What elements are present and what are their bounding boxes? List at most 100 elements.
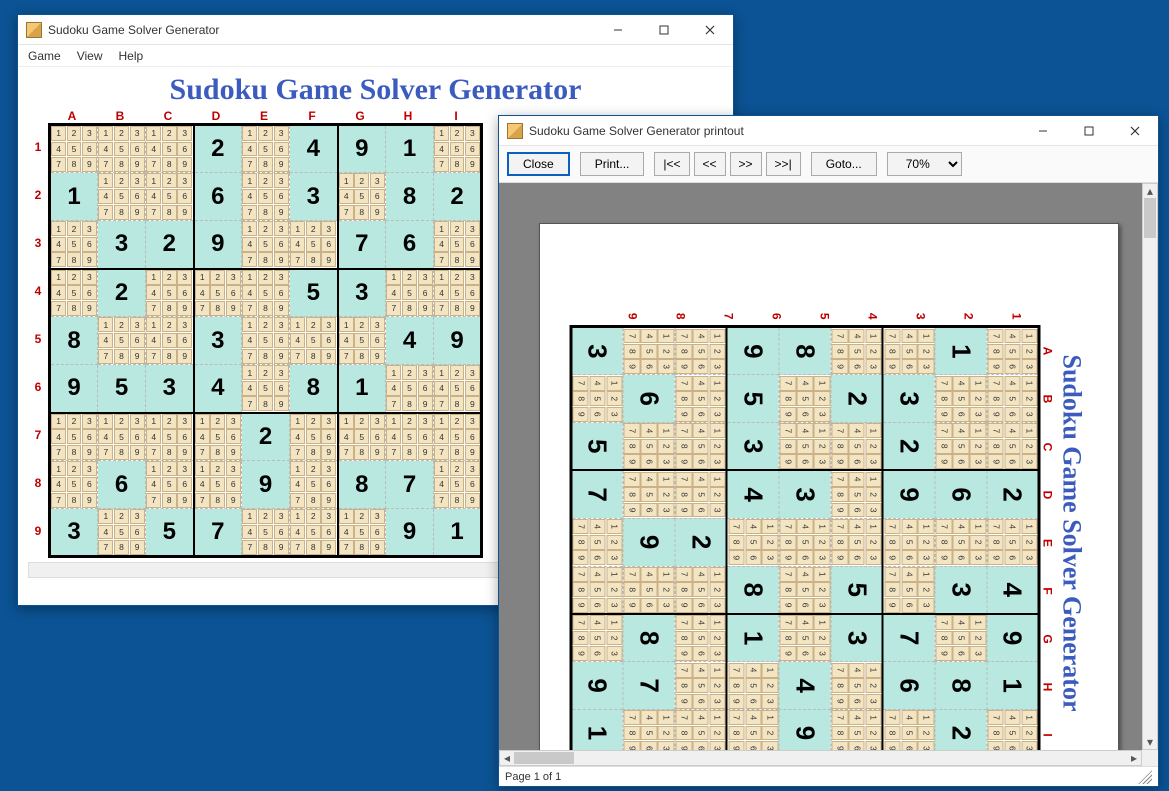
sudoku-cell[interactable]: 123456789: [242, 221, 290, 269]
sudoku-cell[interactable]: 1: [727, 614, 779, 662]
sudoku-cell[interactable]: 7: [194, 509, 242, 557]
zoom-select[interactable]: 70%: [887, 152, 962, 176]
sudoku-cell[interactable]: 123456789: [98, 509, 146, 557]
sudoku-cell[interactable]: 1: [386, 125, 434, 173]
minimize-button[interactable]: [1020, 116, 1066, 146]
sudoku-cell[interactable]: 5: [98, 365, 146, 413]
scroll-left-icon[interactable]: ◂: [500, 751, 514, 765]
sudoku-cell[interactable]: 123456789: [146, 173, 194, 221]
close-button[interactable]: [1112, 116, 1158, 146]
sudoku-cell[interactable]: 1: [935, 327, 987, 375]
scroll-up-icon[interactable]: ▴: [1143, 184, 1157, 198]
sudoku-cell[interactable]: 123456789: [98, 173, 146, 221]
sudoku-cell[interactable]: 123456789: [50, 461, 98, 509]
sudoku-cell[interactable]: 4: [290, 125, 338, 173]
sudoku-cell[interactable]: 1: [50, 173, 98, 221]
sudoku-cell[interactable]: 123456789: [338, 413, 386, 461]
sudoku-cell[interactable]: 123456789: [675, 566, 727, 614]
sudoku-cell[interactable]: 6: [623, 375, 675, 423]
sudoku-cell[interactable]: 123456789: [675, 470, 727, 518]
sudoku-cell[interactable]: 2: [146, 221, 194, 269]
sudoku-cell[interactable]: 123456789: [290, 509, 338, 557]
sudoku-cell[interactable]: 123456789: [779, 566, 831, 614]
sudoku-cell[interactable]: 9: [386, 509, 434, 557]
sudoku-cell[interactable]: 3: [935, 566, 987, 614]
sudoku-cell[interactable]: 5: [146, 509, 194, 557]
sudoku-cell[interactable]: 123456789: [779, 518, 831, 566]
sudoku-cell[interactable]: 123456789: [623, 423, 675, 471]
sudoku-cell[interactable]: 123456789: [675, 662, 727, 710]
sudoku-cell[interactable]: 123456789: [571, 375, 623, 423]
menu-view[interactable]: View: [71, 47, 109, 65]
sudoku-cell[interactable]: 123456789: [50, 413, 98, 461]
maximize-button[interactable]: [1066, 116, 1112, 146]
sudoku-cell[interactable]: 9: [242, 461, 290, 509]
sudoku-cell[interactable]: 5: [571, 423, 623, 471]
sudoku-cell[interactable]: 8: [290, 365, 338, 413]
scroll-thumb[interactable]: [514, 752, 574, 764]
sudoku-cell[interactable]: 123456789: [987, 327, 1039, 375]
sudoku-cell[interactable]: 123456789: [242, 173, 290, 221]
prev-page-button[interactable]: <<: [694, 152, 726, 176]
sudoku-cell[interactable]: 123456789: [194, 413, 242, 461]
sudoku-cell[interactable]: 6: [386, 221, 434, 269]
sudoku-cell[interactable]: 123456789: [571, 614, 623, 662]
close-button[interactable]: [687, 15, 733, 45]
sudoku-cell[interactable]: 3: [50, 509, 98, 557]
sudoku-cell[interactable]: 6: [935, 470, 987, 518]
sudoku-cell[interactable]: 5: [290, 269, 338, 317]
minimize-button[interactable]: [595, 15, 641, 45]
sudoku-cell[interactable]: 123456789: [290, 221, 338, 269]
sudoku-cell[interactable]: 123456789: [290, 413, 338, 461]
sudoku-cell[interactable]: 7: [571, 470, 623, 518]
close-preview-button[interactable]: Close: [507, 152, 570, 176]
sudoku-cell[interactable]: 123456789: [623, 327, 675, 375]
scroll-down-icon[interactable]: ▾: [1143, 735, 1157, 749]
sudoku-cell[interactable]: 123456789: [242, 317, 290, 365]
sudoku-cell[interactable]: 3: [338, 269, 386, 317]
sudoku-cell[interactable]: 5: [727, 375, 779, 423]
sudoku-cell[interactable]: 123456789: [146, 125, 194, 173]
sudoku-cell[interactable]: 4: [987, 566, 1039, 614]
sudoku-cell[interactable]: 2: [98, 269, 146, 317]
resize-grip[interactable]: [1138, 770, 1152, 784]
sudoku-cell[interactable]: 8: [727, 566, 779, 614]
sudoku-cell[interactable]: 2: [434, 173, 482, 221]
sudoku-cell[interactable]: 123456789: [242, 125, 290, 173]
sudoku-cell[interactable]: 8: [779, 327, 831, 375]
sudoku-cell[interactable]: 4: [386, 317, 434, 365]
sudoku-cell[interactable]: 123456789: [987, 423, 1039, 471]
sudoku-cell[interactable]: 123456789: [146, 413, 194, 461]
sudoku-cell[interactable]: 3: [571, 327, 623, 375]
sudoku-cell[interactable]: 8: [338, 461, 386, 509]
sudoku-cell[interactable]: 123456789: [98, 413, 146, 461]
sudoku-cell[interactable]: 123456789: [194, 461, 242, 509]
sudoku-cell[interactable]: 123456789: [434, 461, 482, 509]
sudoku-cell[interactable]: 3: [98, 221, 146, 269]
sudoku-cell[interactable]: 7: [386, 461, 434, 509]
sudoku-cell[interactable]: 123456789: [779, 375, 831, 423]
sudoku-cell[interactable]: 123456789: [338, 173, 386, 221]
sudoku-cell[interactable]: 123456789: [675, 614, 727, 662]
sudoku-cell[interactable]: 9: [50, 365, 98, 413]
sudoku-cell[interactable]: 5: [831, 566, 883, 614]
sudoku-cell[interactable]: 9: [623, 518, 675, 566]
sudoku-cell[interactable]: 4: [194, 365, 242, 413]
sudoku-cell[interactable]: 123456789: [935, 518, 987, 566]
sudoku-cell[interactable]: 123456789: [146, 269, 194, 317]
sudoku-cell[interactable]: 123456789: [98, 317, 146, 365]
sudoku-cell[interactable]: 123456789: [434, 413, 482, 461]
sudoku-cell[interactable]: 123456789: [727, 518, 779, 566]
sudoku-cell[interactable]: 4: [727, 470, 779, 518]
sudoku-cell[interactable]: 6: [98, 461, 146, 509]
sudoku-cell[interactable]: 123456789: [883, 518, 935, 566]
sudoku-cell[interactable]: 9: [434, 317, 482, 365]
sudoku-cell[interactable]: 6: [194, 173, 242, 221]
sudoku-cell[interactable]: 123456789: [50, 221, 98, 269]
sudoku-cell[interactable]: 3: [831, 614, 883, 662]
sudoku-cell[interactable]: 123456789: [831, 470, 883, 518]
sudoku-cell[interactable]: 8: [623, 614, 675, 662]
sudoku-cell[interactable]: 4: [779, 662, 831, 710]
maximize-button[interactable]: [641, 15, 687, 45]
sudoku-cell[interactable]: 2: [987, 470, 1039, 518]
